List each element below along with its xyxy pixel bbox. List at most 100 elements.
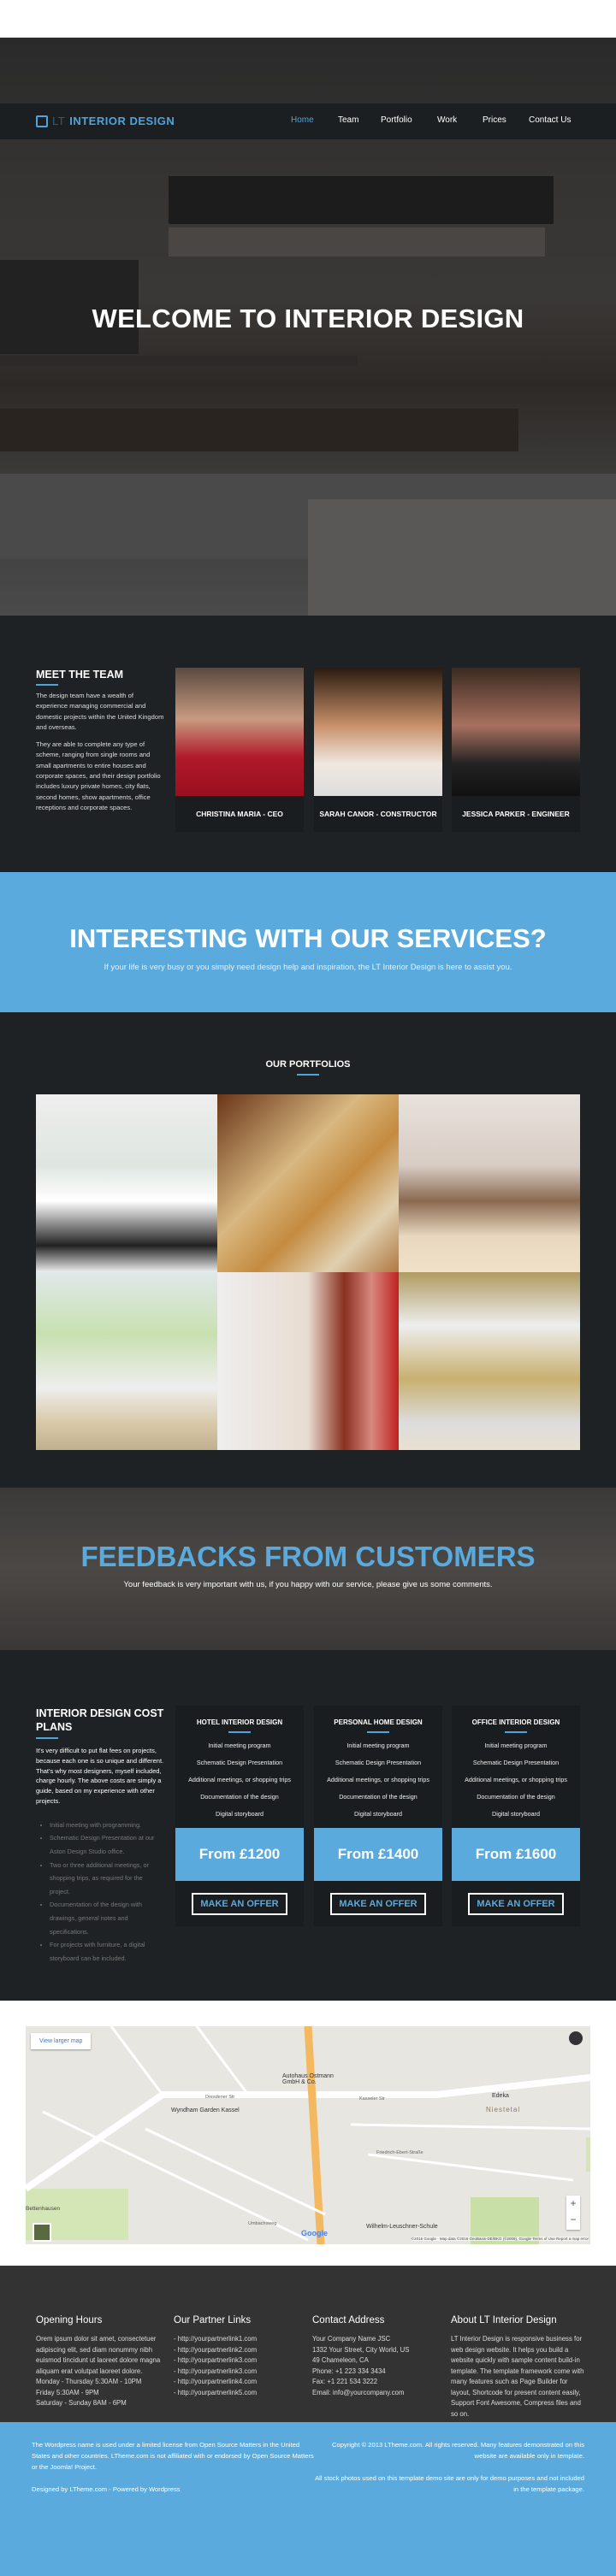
map-label: Umbachsweg (248, 2221, 277, 2226)
map-attribution[interactable]: ©2016 Google · Map data ©2016 GeoBasis-D… (411, 2237, 589, 2241)
team-caption: SARAH CANOR - CONSTRUCTOR (314, 796, 442, 832)
list-item: Schematic Design Presentation at our Ast… (50, 1831, 164, 1858)
footer-text: Monday - Thursday 5:30AM - 10PM (36, 2378, 142, 2385)
feature: Documentation of the design (477, 1793, 555, 1801)
top-navbar: LT INTERIOR DESIGN Home Team Portfolio W… (0, 103, 616, 139)
feature: Additional meetings, or shopping trips (465, 1776, 567, 1783)
team-heading: MEET THE TEAM (36, 669, 124, 681)
make-offer-button[interactable]: MAKE AN OFFER (330, 1893, 426, 1915)
make-offer-button[interactable]: MAKE AN OFFER (468, 1893, 564, 1915)
zoom-in-button[interactable]: + (566, 2196, 580, 2212)
footer-text: Orem ipsum dolor sit amet, consectetuer … (36, 2335, 161, 2375)
map-label: Wilhelm-Leuschner-Schule (366, 2224, 438, 2230)
copyright-text: Copyright © 2013 LTheme.com. All rights … (331, 2441, 584, 2460)
list-item: Documentation of the design with drawing… (50, 1898, 164, 1938)
pricing-card-hotel: HOTEL INTERIOR DESIGN Initial meeting pr… (175, 1706, 304, 1926)
portfolio-image[interactable] (399, 1272, 580, 1450)
list-item: Initial meeting with programming. (50, 1819, 164, 1832)
footer-heading: About LT Interior Design (451, 2315, 557, 2325)
feature: Documentation of the design (200, 1793, 279, 1801)
footer-heading: Our Partner Links (174, 2315, 252, 2325)
footer-text: 1332 Your Street, City World, US (312, 2345, 410, 2354)
satellite-toggle[interactable] (33, 2223, 51, 2242)
footer-contact: Contact Address Your Company Name JSC 133… (312, 2315, 445, 2398)
price: From £1200 (175, 1828, 304, 1881)
team-intro: MEET THE TEAM The design team have a wea… (36, 669, 164, 813)
team-photo-jessica (452, 668, 580, 796)
map-roads (26, 2026, 590, 2244)
make-offer-button[interactable]: MAKE AN OFFER (192, 1893, 287, 1915)
nav-portfolio[interactable]: Portfolio (381, 115, 412, 125)
list-item: For projects with furniture, a digital s… (50, 1938, 164, 1965)
plans-intro-text: It's very difficult to put flat fees on … (36, 1747, 164, 1805)
team-caption: JESSICA PARKER - ENGINEER (452, 796, 580, 832)
partner-link[interactable]: - http://yourpartnerlink3.com (174, 2355, 306, 2367)
team-paragraph-1: The design team have a wealth of experie… (36, 692, 164, 731)
heading-underline (36, 684, 58, 686)
feature: Initial meeting program (208, 1742, 271, 1749)
partner-link[interactable]: - http://yourpartnerlink5.com (174, 2388, 306, 2399)
services-title: INTERESTING WITH OUR SERVICES? (69, 923, 547, 953)
portfolio-image[interactable] (217, 1272, 399, 1450)
google-logo: Google (301, 2229, 328, 2237)
plans-heading: INTERIOR DESIGN COST PLANS (36, 1707, 164, 1733)
feature: Schematic Design Presentation (335, 1759, 422, 1766)
feature: Documentation of the design (339, 1793, 418, 1801)
footer-heading: Opening Hours (36, 2315, 103, 2325)
plans-bullet-list: Initial meeting with programming. Schema… (50, 1819, 164, 1966)
map-label: Kasseler Str (359, 2096, 385, 2101)
partner-link[interactable]: - http://yourpartnerlink1.com (174, 2334, 306, 2345)
team-photo-sarah (314, 668, 442, 796)
nav-contact[interactable]: Contact Us (529, 115, 571, 125)
nav-team[interactable]: Team (338, 115, 358, 125)
hero-title: WELCOME TO INTERIOR DESIGN (92, 304, 524, 333)
portfolio-title: OUR PORTFOLIOS (265, 1059, 351, 1070)
feature: Digital storyboard (216, 1810, 264, 1818)
portfolio-image[interactable] (217, 1094, 399, 1272)
price: From £1400 (314, 1828, 442, 1881)
heading-underline (505, 1731, 527, 1733)
price: From £1600 (452, 1828, 580, 1881)
nav-home[interactable]: Home (291, 115, 314, 125)
map-label: Dresdener Str (205, 2095, 235, 2100)
footer-heading: Contact Address (312, 2315, 385, 2325)
team-photo-christina (175, 668, 304, 796)
card-title: HOTEL INTERIOR DESIGN (196, 1718, 283, 1726)
license-text: The Wordpress name is used under a limit… (32, 2441, 314, 2471)
feature: Digital storyboard (492, 1810, 540, 1818)
map-label: Friedrich-Ebert-Straße (376, 2150, 424, 2155)
nav-prices[interactable]: Prices (483, 115, 506, 125)
email-link[interactable]: Email: info@yourcompany.com (312, 2388, 445, 2399)
team-paragraph-2: They are able to complete any type of sc… (36, 740, 161, 811)
portfolio-image[interactable] (36, 1272, 217, 1450)
bottom-footer: The Wordpress name is used under a limit… (0, 2422, 616, 2576)
feature: Schematic Design Presentation (196, 1759, 283, 1766)
zoom-controls: + − (566, 2196, 580, 2230)
map-label: Niestetal (486, 2106, 521, 2113)
nav-work[interactable]: Work (437, 115, 457, 125)
footer-text: Phone: +1 223 334 3434 (312, 2367, 386, 2375)
footer-about: About LT Interior Design LT Interior Des… (451, 2315, 586, 2420)
plans-intro: INTERIOR DESIGN COST PLANS It's very dif… (36, 1707, 164, 1965)
heading-underline (297, 1074, 319, 1076)
heading-underline (367, 1731, 389, 1733)
footer-text: Your Company Name JSC (312, 2335, 391, 2343)
pegman-icon[interactable] (569, 2031, 583, 2045)
designed-by[interactable]: Designed by LTheme.com - Powered by Word… (32, 2484, 181, 2495)
partner-link[interactable]: - http://yourpartnerlink2.com (174, 2345, 306, 2356)
google-map[interactable]: View larger map Autohaus Ostmann GmbH & … (26, 2026, 590, 2244)
map-label: Edeka (492, 2093, 509, 2099)
view-larger-map-link[interactable]: View larger map (31, 2033, 92, 2049)
logo-prefix: LT (52, 115, 66, 127)
site-logo[interactable]: LT INTERIOR DESIGN (36, 115, 175, 127)
feedback-title: FEEDBACKS FROM CUSTOMERS (80, 1541, 536, 1572)
partner-link[interactable]: - http://yourpartnerlink4.com (174, 2377, 306, 2388)
partner-link[interactable]: - http://yourpartnerlink3.com (174, 2367, 306, 2378)
team-caption: CHRISTINA MARIA - CEO (175, 796, 304, 832)
zoom-out-button[interactable]: − (566, 2212, 580, 2228)
portfolio-image[interactable] (399, 1094, 580, 1272)
portfolio-image[interactable] (36, 1094, 217, 1272)
footer-text: 49 Chameleon, CA (312, 2356, 369, 2364)
stock-photo-note: All stock photos used on this template d… (315, 2474, 584, 2493)
feedback-banner: FEEDBACKS FROM CUSTOMERS Your feedback i… (0, 1488, 616, 1650)
